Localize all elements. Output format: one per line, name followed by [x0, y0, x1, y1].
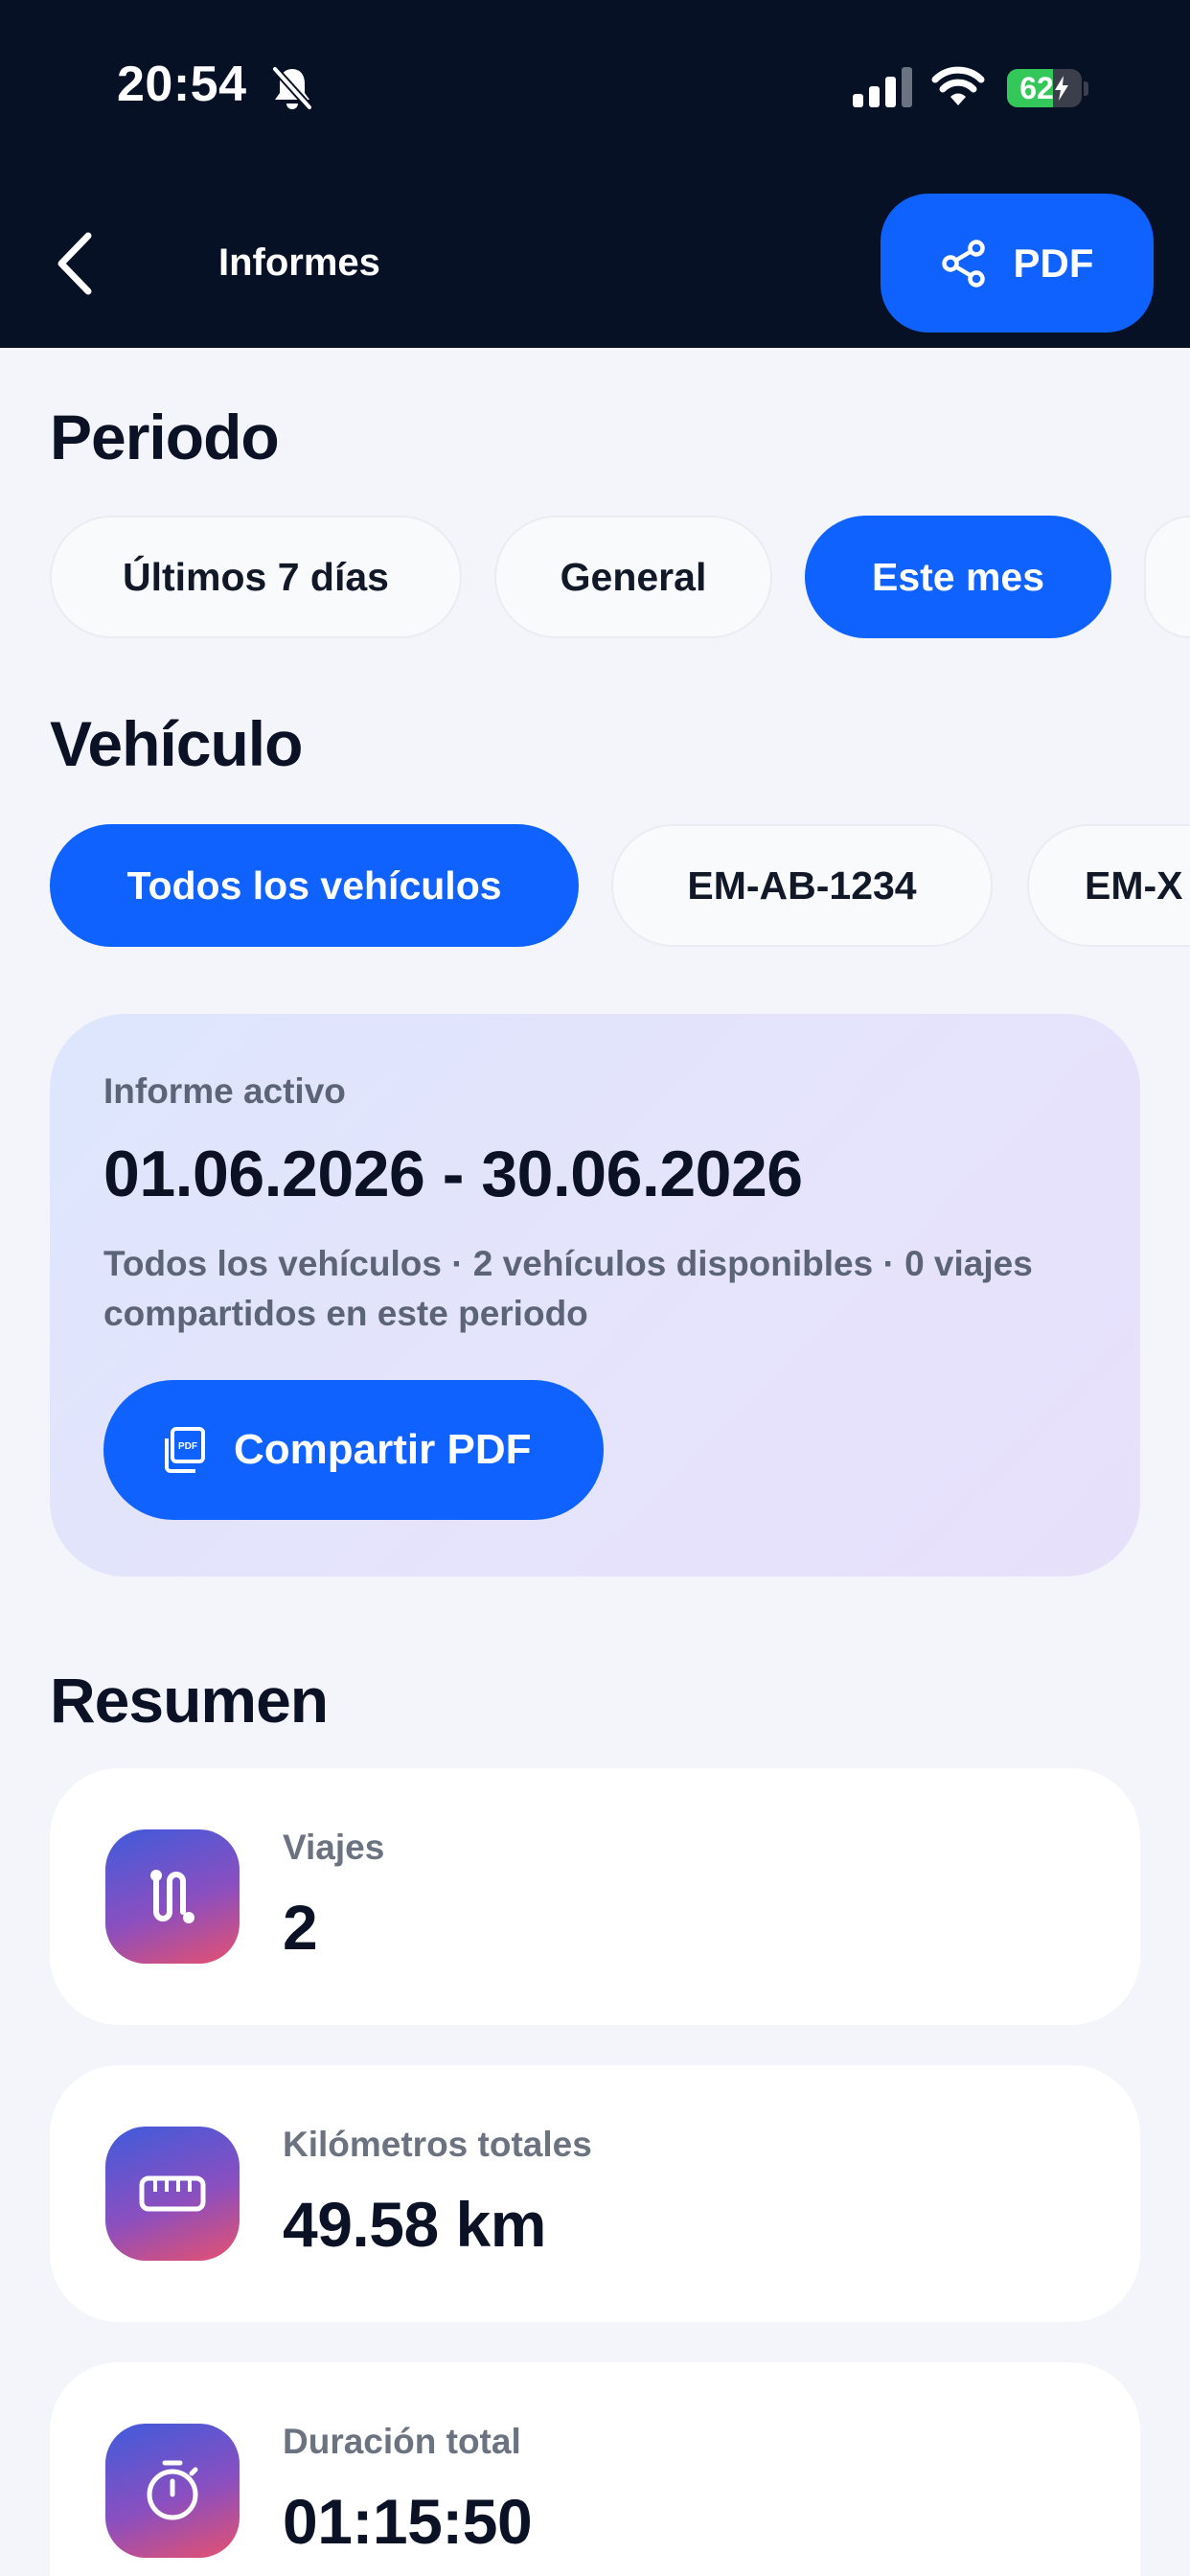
chevron-left-icon [57, 232, 92, 295]
chip-general[interactable]: General [494, 516, 772, 638]
stat-value-trips: 2 [283, 1892, 318, 1963]
chip-all-vehicles[interactable]: Todos los vehículos [50, 824, 579, 947]
pdf-document-icon: PDF [165, 1427, 205, 1473]
ruler-icon [105, 2127, 240, 2261]
stat-card-kilometers: Kilómetros totales 49.58 km [50, 2065, 1140, 2322]
stopwatch-icon [105, 2424, 240, 2558]
resumen-title: Resumen [50, 1665, 329, 1736]
report-date-range: 01.06.2026 - 30.06.2026 [103, 1138, 803, 1210]
stat-label-trips: Viajes [283, 1828, 385, 1867]
charging-bolt-icon [1054, 76, 1068, 101]
periodo-chip-row: Últimos 7 días General Este mes [0, 516, 1190, 640]
share-icon [941, 239, 985, 288]
wifi-icon [931, 66, 985, 105]
battery-indicator: 62 [1007, 69, 1082, 107]
report-label: Informe activo [103, 1071, 346, 1111]
bell-muted-icon [272, 66, 312, 110]
active-report-card: Informe activo 01.06.2026 - 30.06.2026 T… [50, 1014, 1140, 1576]
top-bar: 20:54 62 Informes PDF [0, 0, 1190, 348]
chip-last-7-days[interactable]: Últimos 7 días [50, 516, 462, 638]
stat-value-kilometers: 49.58 km [283, 2189, 546, 2260]
vehiculo-chip-row: Todos los vehículos EM-AB-1234 EM-X [0, 824, 1190, 949]
periodo-title: Periodo [50, 402, 280, 472]
status-time: 20:54 [117, 57, 247, 112]
chip-more[interactable] [1144, 516, 1190, 638]
back-button[interactable] [56, 225, 113, 302]
stat-card-duration: Duración total 01:15:50 [50, 2362, 1140, 2576]
page-title: Informes [218, 242, 380, 284]
stat-card-trips: Viajes 2 [50, 1768, 1140, 2025]
battery-cap [1084, 81, 1088, 96]
vehiculo-title: Vehículo [50, 708, 303, 779]
chip-vehicle-em-ab-1234[interactable]: EM-AB-1234 [611, 824, 993, 947]
pdf-share-button[interactable]: PDF [881, 194, 1154, 333]
share-pdf-button[interactable]: PDF Compartir PDF [103, 1380, 604, 1520]
battery-text: 62 [1007, 69, 1082, 107]
pdf-button-label: PDF [1013, 240, 1094, 286]
report-description: Todos los vehículos · 2 vehículos dispon… [103, 1244, 1033, 1333]
stat-label-kilometers: Kilómetros totales [283, 2125, 592, 2164]
svg-text:PDF: PDF [178, 1441, 197, 1452]
route-icon [105, 1829, 240, 1964]
chip-this-month[interactable]: Este mes [805, 516, 1111, 638]
stat-value-duration: 01:15:50 [283, 2486, 533, 2557]
stat-label-duration: Duración total [283, 2422, 521, 2461]
cellular-signal-icon [853, 67, 912, 107]
chip-vehicle-em-x[interactable]: EM-X [1027, 824, 1190, 947]
share-pdf-label: Compartir PDF [234, 1426, 532, 1473]
